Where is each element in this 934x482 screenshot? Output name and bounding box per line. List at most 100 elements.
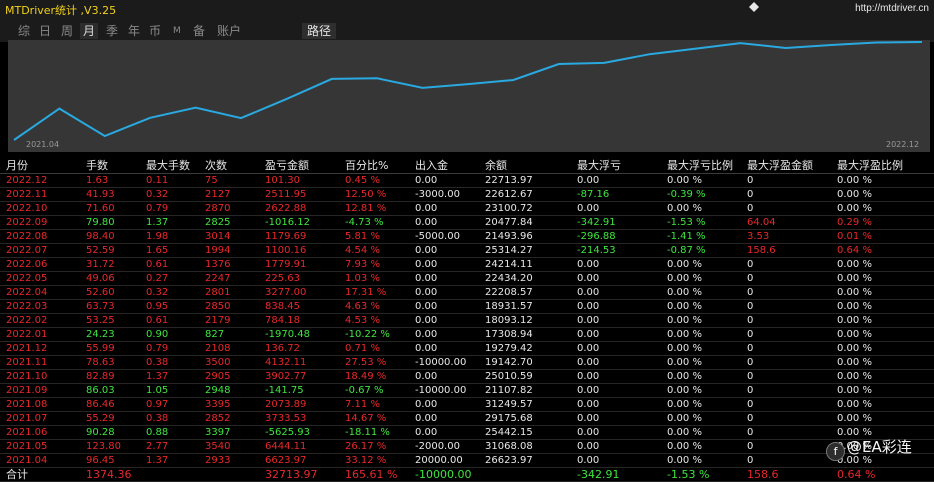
table-row[interactable]: 2022.09 79.80 1.37 2825 -1016.12 -4.73 % 0.00 2… <box>0 215 934 230</box>
table-cell: 2511.95 <box>259 187 339 202</box>
table-cell: 78.63 <box>80 355 140 370</box>
table-row[interactable]: 2021.05 123.80 2.77 3540 6444.11 26.17 % -2000… <box>0 439 934 454</box>
table-row[interactable]: 2021.09 86.03 1.05 2948 -141.75 -0.67 % -10000… <box>0 383 934 398</box>
total-cell: 1374.36 <box>80 467 140 482</box>
chart-background <box>8 40 930 152</box>
table-cell: -5625.93 <box>259 425 339 440</box>
column-header[interactable]: 最大手数 <box>140 157 199 174</box>
column-header[interactable]: 手数 <box>80 157 140 174</box>
table-cell: 41.93 <box>80 187 140 202</box>
column-header[interactable]: 月份 <box>0 157 80 174</box>
table-cell: 0 <box>741 425 831 440</box>
table-row[interactable]: 2022.11 41.93 0.32 2127 2511.95 12.50 % -3000.… <box>0 187 934 202</box>
table-cell: 0.00 <box>409 285 479 300</box>
window-title: MTDriver统计 ,V3.25 <box>5 4 117 17</box>
table-cell: 2622.88 <box>259 201 339 216</box>
table-row[interactable]: 2022.06 31.72 0.61 1376 1779.91 7.93 % 0.00 242… <box>0 257 934 272</box>
table-cell: 0.00 <box>409 369 479 384</box>
table-cell: 14.67 % <box>339 411 409 426</box>
table-cell: 0.00 % <box>661 369 741 384</box>
column-header[interactable]: 次数 <box>199 157 259 174</box>
column-header[interactable]: 最大浮亏比例 <box>661 157 741 174</box>
table-cell: 0.00 % <box>661 201 741 216</box>
table-cell: 0.00 <box>571 341 661 356</box>
table-row[interactable]: 2021.06 90.28 0.88 3397 -5625.93 -18.11 % 0.00… <box>0 425 934 440</box>
column-header[interactable]: 百分比% <box>339 157 409 174</box>
table-cell: 0 <box>741 369 831 384</box>
column-header[interactable]: 最大浮亏 <box>571 157 661 174</box>
table-cell: -2000.00 <box>409 439 479 454</box>
table-cell: 0.00 % <box>661 341 741 356</box>
tab-m[interactable]: M <box>170 23 184 39</box>
table-cell: -18.11 % <box>339 425 409 440</box>
tab-backup[interactable]: 备 <box>190 23 208 39</box>
table-row[interactable]: 2022.03 63.73 0.95 2850 838.45 4.63 % 0.00 1893… <box>0 299 934 314</box>
table-cell: -4.73 % <box>339 215 409 230</box>
tab-account[interactable]: 账户 <box>214 23 244 39</box>
column-header[interactable]: 余额 <box>479 157 571 174</box>
table-cell: 0.00 % <box>661 439 741 454</box>
table-cell: 1779.91 <box>259 257 339 272</box>
table-cell: 1.65 <box>140 243 199 258</box>
table-row[interactable]: 2022.12 1.63 0.11 75 101.30 0.45 % 0.00 22713.9… <box>0 173 934 188</box>
table-cell: 838.45 <box>259 299 339 314</box>
table-cell: -141.75 <box>259 383 339 398</box>
table-cell: 225.63 <box>259 271 339 286</box>
watermark: f @EA彩连 <box>826 436 912 461</box>
path-button[interactable]: 路径 <box>302 23 337 39</box>
table-row[interactable]: 2021.10 82.89 1.37 2905 3902.77 18.49 % 0.00 25… <box>0 369 934 384</box>
app-diamond-icon <box>749 2 759 12</box>
table-cell: 123.80 <box>80 439 140 454</box>
tab-month[interactable]: 月 <box>80 23 99 39</box>
table-cell: 2127 <box>199 187 259 202</box>
table-row[interactable]: 2021.08 86.46 0.97 3395 2073.89 7.11 % 0.00 312… <box>0 397 934 412</box>
table-cell: 31249.57 <box>479 397 571 412</box>
column-header[interactable]: 出入金 <box>409 157 479 174</box>
column-header[interactable]: 盈亏金额 <box>259 157 339 174</box>
table-cell: 2870 <box>199 201 259 216</box>
tab-day[interactable]: 日 <box>36 23 54 39</box>
table-cell: 3902.77 <box>259 369 339 384</box>
table-cell: 0.61 <box>140 257 199 272</box>
column-header[interactable]: 最大浮盈比例 <box>831 157 934 174</box>
tab-week[interactable]: 周 <box>58 23 76 39</box>
table-row[interactable]: 2021.11 78.63 0.38 3500 4132.11 27.53 % -10000… <box>0 355 934 370</box>
table-cell: 0.00 <box>571 313 661 328</box>
table-cell: 12.81 % <box>339 201 409 216</box>
table-row[interactable]: 2022.08 98.40 1.98 3014 1179.69 5.81 % -5000.0… <box>0 229 934 244</box>
total-cell: 158.6 <box>741 467 831 482</box>
table-cell: 26623.97 <box>479 453 571 468</box>
table-cell: 25314.27 <box>479 243 571 258</box>
table-row[interactable]: 2021.07 55.29 0.38 2852 3733.53 14.67 % 0.00 29… <box>0 411 934 426</box>
column-header[interactable]: 最大浮盈金额 <box>741 157 831 174</box>
website-url[interactable]: http://mtdriver.cn <box>855 3 929 14</box>
table-row[interactable]: 2021.04 96.45 1.37 2933 6623.97 33.12 % 20000.… <box>0 453 934 468</box>
table-cell: 784.18 <box>259 313 339 328</box>
table-cell: 0.00 <box>409 215 479 230</box>
table-cell: 3277.00 <box>259 285 339 300</box>
table-row[interactable]: 2021.12 55.99 0.79 2108 136.72 0.71 % 0.00 1927… <box>0 341 934 356</box>
table-row[interactable]: 2022.04 52.60 0.32 2801 3277.00 17.31 % 0.00 22… <box>0 285 934 300</box>
table-row[interactable]: 2022.01 24.23 0.90 827 -1970.48 -10.22 % 0.00 1… <box>0 327 934 342</box>
table-cell: 0.00 % <box>661 173 741 188</box>
table-cell: 18931.57 <box>479 299 571 314</box>
table-cell: 22713.97 <box>479 173 571 188</box>
table-cell: 1.37 <box>140 369 199 384</box>
table-row[interactable]: 2022.10 71.60 0.79 2870 2622.88 12.81 % 0.00 23… <box>0 201 934 216</box>
table-cell: 0 <box>741 173 831 188</box>
total-row: 合计 1374.36 32713.97 165.61 % -10000.00 -342.9… <box>0 467 934 482</box>
tab-quarter[interactable]: 季 <box>103 23 121 39</box>
table-cell: 26.17 % <box>339 439 409 454</box>
table-row[interactable]: 2022.05 49.06 0.27 2247 225.63 1.03 % 0.00 2243… <box>0 271 934 286</box>
table-row[interactable]: 2022.07 52.59 1.65 1994 1100.16 4.54 % 0.00 253… <box>0 243 934 258</box>
table-row[interactable]: 2022.02 53.25 0.61 2179 784.18 4.53 % 0.00 1809… <box>0 313 934 328</box>
table-cell: 2801 <box>199 285 259 300</box>
table-cell: 4132.11 <box>259 355 339 370</box>
tab-summary[interactable]: 综 <box>15 23 33 39</box>
table-cell: 17.31 % <box>339 285 409 300</box>
tab-year[interactable]: 年 <box>125 23 143 39</box>
tab-currency[interactable]: 币 <box>146 23 164 39</box>
table-cell: 3014 <box>199 229 259 244</box>
table-cell: 0 <box>741 257 831 272</box>
table-cell: 0.00 <box>409 271 479 286</box>
